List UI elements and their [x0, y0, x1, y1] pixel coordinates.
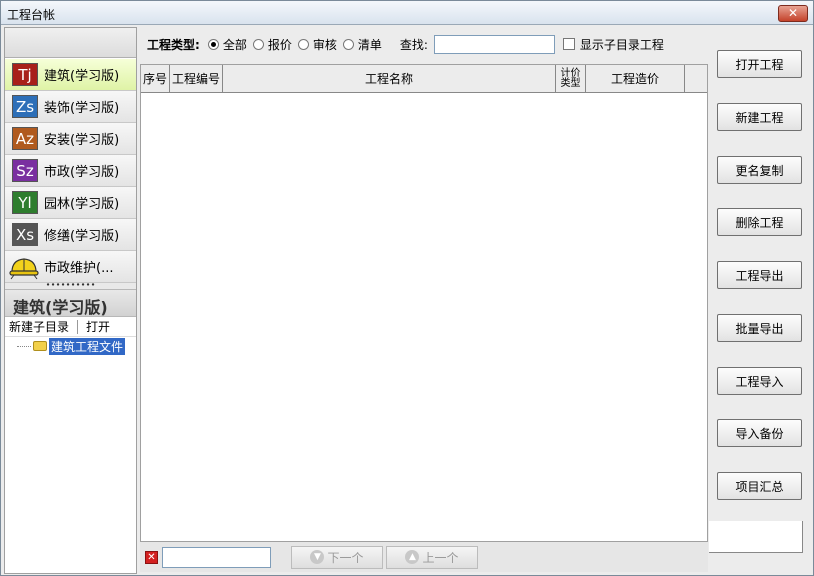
nav-item-jianzhu[interactable]: Tj 建筑(学习版)	[5, 59, 136, 91]
nav-item-label: 建筑(学习版)	[44, 69, 120, 84]
open-button[interactable]: 打开	[86, 318, 110, 335]
folder-icon	[33, 341, 47, 351]
project-summary-button[interactable]: 项目汇总	[717, 472, 802, 500]
batch-export-button[interactable]: 批量导出	[717, 314, 802, 342]
tree-toolbar: 新建子目录 打开	[5, 317, 136, 337]
project-grid: 序号 工程编号 工程名称 计价类型 工程造价	[140, 64, 708, 542]
nav-item-shizheng-weihu[interactable]: 市政维护(...	[5, 251, 136, 283]
tree-item[interactable]: 建筑工程文件	[5, 337, 136, 355]
search-input[interactable]	[433, 34, 555, 54]
nav-item-label: 园林(学习版)	[44, 197, 120, 212]
col-project-code[interactable]: 工程编号	[170, 65, 223, 92]
tree-connector	[17, 345, 31, 347]
new-subdir-button[interactable]: 新建子目录	[9, 318, 69, 335]
xs-icon: Xs	[12, 223, 38, 246]
left-panel-header	[5, 28, 136, 58]
import-backup-button[interactable]: 导入备份	[717, 419, 802, 447]
title-bar: 工程台帐 ✕	[1, 1, 813, 25]
find-input[interactable]	[162, 546, 271, 568]
nav-item-yuanlin[interactable]: Yl 园林(学习版)	[5, 187, 136, 219]
nav-item-label: 修缮(学习版)	[44, 229, 120, 244]
nav-item-anzhuang[interactable]: Az 安装(学习版)	[5, 123, 136, 155]
show-subdir-checkbox[interactable]	[562, 38, 575, 50]
radio-quote[interactable]	[252, 38, 264, 50]
open-project-button[interactable]: 打开工程	[717, 50, 802, 78]
hard-hat-icon	[9, 257, 39, 279]
module-nav: Tj 建筑(学习版) Zs 装饰(学习版) Az 安装(学习版) Sz 市政(学…	[5, 59, 136, 355]
radio-all[interactable]	[207, 38, 219, 50]
export-project-button[interactable]: 工程导出	[717, 261, 802, 289]
toolbar-divider	[77, 319, 79, 334]
left-panel: Tj 建筑(学习版) Zs 装饰(学习版) Az 安装(学习版) Sz 市政(学…	[4, 27, 137, 574]
nav-item-label: 安装(学习版)	[44, 133, 120, 148]
arrow-down-icon: ▼	[310, 550, 325, 564]
grid-bottom-bar: ✕ ▼ 下一个 ▲ 上一个	[140, 542, 708, 572]
next-label: 下一个	[327, 550, 364, 565]
project-type-label: 工程类型:	[147, 37, 200, 52]
nav-item-label: 装饰(学习版)	[44, 101, 120, 116]
next-button[interactable]: ▼ 下一个	[291, 545, 383, 569]
col-index[interactable]: 序号	[141, 65, 170, 92]
col-project-cost[interactable]: 工程造价	[586, 65, 685, 92]
nav-item-label: 市政(学习版)	[44, 165, 120, 180]
close-button[interactable]: ✕	[778, 5, 808, 22]
show-subdir-label: 显示子目录工程	[579, 37, 664, 52]
nav-item-label: 市政维护(...	[44, 261, 114, 276]
col-pricing-type[interactable]: 计价类型	[556, 65, 586, 92]
action-panel: 打开工程 新建工程 更名复制 删除工程 工程导出 批量导出 工程导入 导入备份 …	[709, 27, 813, 574]
new-project-button[interactable]: 新建工程	[717, 103, 802, 131]
search-label: 查找:	[399, 37, 428, 52]
app-window: 工程台帐 ✕ Tj 建筑(学习版) Zs 装饰(学习版) Az 安装(学习版) …	[0, 0, 814, 576]
grid-header: 序号 工程编号 工程名称 计价类型 工程造价	[141, 65, 707, 93]
az-icon: Az	[12, 127, 38, 150]
arrow-up-icon: ▲	[405, 550, 420, 564]
project-list-panel: 工程类型: 全部 报价 审核 清单 查找: 显示子目录工程 序号 工程编号 工程…	[140, 27, 708, 574]
prev-button[interactable]: ▲ 上一个	[386, 545, 478, 569]
radio-audit[interactable]	[297, 38, 309, 50]
radio-all-label: 全部	[222, 37, 247, 52]
window-title: 工程台帐	[7, 8, 56, 22]
nav-item-shizheng[interactable]: Sz 市政(学习版)	[5, 155, 136, 187]
zs-icon: Zs	[12, 95, 38, 118]
radio-list[interactable]	[342, 38, 354, 50]
radio-list-label: 清单	[357, 37, 382, 52]
radio-quote-label: 报价	[267, 37, 292, 52]
radio-audit-label: 审核	[312, 37, 337, 52]
section-title: 建筑(学习版)	[5, 289, 136, 317]
status-area	[709, 521, 803, 553]
yl-icon: Yl	[12, 191, 38, 214]
col-project-name[interactable]: 工程名称	[223, 65, 556, 92]
clear-icon[interactable]: ✕	[145, 550, 158, 564]
tj-icon: Tj	[12, 63, 38, 86]
tree-item-label: 建筑工程文件	[49, 337, 126, 355]
rename-copy-button[interactable]: 更名复制	[717, 156, 802, 184]
nav-item-xiushan[interactable]: Xs 修缮(学习版)	[5, 219, 136, 251]
import-project-button[interactable]: 工程导入	[717, 367, 802, 395]
filter-bar: 工程类型: 全部 报价 审核 清单 查找: 显示子目录工程	[140, 33, 708, 55]
nav-item-zhuangshi[interactable]: Zs 装饰(学习版)	[5, 91, 136, 123]
prev-label: 上一个	[422, 550, 459, 565]
sz-icon: Sz	[12, 159, 38, 182]
delete-project-button[interactable]: 删除工程	[717, 208, 802, 236]
